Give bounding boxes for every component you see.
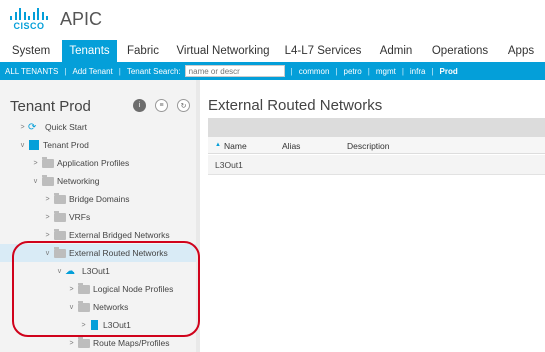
tree-item-label: Networking: [57, 176, 100, 186]
all-tenants-link[interactable]: ALL TENANTS: [0, 67, 63, 76]
tenant-link-common[interactable]: common: [294, 67, 335, 76]
tenant-link-prod[interactable]: Prod: [435, 67, 463, 76]
app-title: APIC: [60, 9, 103, 29]
table-header: ▲ Name Alias Description: [208, 137, 545, 154]
tenant-link-petro[interactable]: petro: [339, 67, 367, 76]
folder-icon: [42, 156, 54, 168]
tab-tenants[interactable]: Tenants: [62, 40, 117, 62]
tenant-link-infra[interactable]: infra: [405, 67, 431, 76]
tab-fabric[interactable]: Fabric: [117, 40, 169, 62]
separator: |: [290, 66, 293, 76]
tab-apps[interactable]: Apps: [497, 40, 545, 62]
tab-admin[interactable]: Admin: [369, 40, 423, 62]
highlight-annotation: [12, 241, 200, 337]
tree-item-networking[interactable]: v Networking: [0, 172, 196, 190]
tree-item-vrfs[interactable]: > VRFs: [0, 208, 196, 226]
chevron-down-icon[interactable]: v: [18, 142, 27, 149]
info-icon[interactable]: i: [133, 99, 146, 112]
tab-operations[interactable]: Operations: [423, 40, 497, 62]
cisco-logo: CISCO: [10, 6, 48, 34]
pane-title: Tenant Prod: [10, 98, 91, 115]
tab-system[interactable]: System: [0, 40, 62, 62]
work-pane-title: External Routed Networks: [208, 97, 383, 114]
cell-name: L3Out1: [215, 160, 243, 170]
chevron-down-icon[interactable]: v: [31, 178, 40, 185]
column-header-description[interactable]: Description: [347, 141, 390, 151]
tenant-subnav: ALL TENANTS | Add Tenant | Tenant Search…: [0, 62, 545, 80]
table-row[interactable]: L3Out1: [208, 155, 545, 175]
tree-item-label: Route Maps/Profiles: [93, 338, 170, 348]
folder-icon: [78, 336, 90, 348]
chevron-right-icon[interactable]: >: [18, 124, 27, 131]
app-header: CISCO APIC: [0, 0, 545, 40]
tenant-icon: [29, 140, 39, 150]
tab-virtual-networking[interactable]: Virtual Networking: [169, 40, 277, 62]
column-header-name[interactable]: Name: [224, 141, 247, 151]
tree-item-label: Application Profiles: [57, 158, 130, 168]
tree-item-label: External Bridged Networks: [69, 230, 170, 240]
chevron-right-icon[interactable]: >: [43, 232, 52, 239]
tree-item-label: Quick Start: [45, 122, 88, 132]
chevron-right-icon[interactable]: >: [31, 160, 40, 167]
work-pane: External Routed Networks ▲ Name Alias De…: [201, 80, 545, 352]
refresh-icon[interactable]: ↻: [177, 99, 190, 112]
folder-icon: [54, 228, 66, 240]
tree-item-application-profiles[interactable]: > Application Profiles: [0, 154, 196, 172]
chevron-right-icon[interactable]: >: [43, 196, 52, 203]
folder-icon: [54, 192, 66, 204]
tree-item-quick-start[interactable]: > ⟳ Quick Start: [0, 118, 196, 136]
add-tenant-link[interactable]: Add Tenant: [67, 67, 117, 76]
tree-item-bridge-domains[interactable]: > Bridge Domains: [0, 190, 196, 208]
tree-item-tenant-prod[interactable]: v Tenant Prod: [0, 136, 196, 154]
tenant-search-input[interactable]: [184, 65, 285, 77]
quick-start-icon: ⟳: [28, 121, 37, 133]
folder-icon: [54, 210, 66, 222]
tenant-link-mgmt[interactable]: mgmt: [371, 67, 401, 76]
sort-ascending-icon[interactable]: ▲: [215, 142, 221, 148]
list-icon[interactable]: ≡: [155, 99, 168, 112]
chevron-right-icon[interactable]: >: [67, 340, 76, 347]
logo-wordmark: CISCO: [13, 21, 45, 31]
folder-icon: [42, 174, 54, 186]
tree-item-label: Bridge Domains: [69, 194, 130, 204]
main-tabs: System Tenants Fabric Virtual Networking…: [0, 40, 545, 62]
tree-item-label: Tenant Prod: [43, 140, 89, 150]
table-toolbar: [208, 118, 545, 137]
chevron-right-icon[interactable]: >: [43, 214, 52, 221]
tenant-search-label: Tenant Search:: [126, 66, 181, 76]
tab-l4-l7-services[interactable]: L4-L7 Services: [277, 40, 369, 62]
cisco-bridge-icon: [10, 6, 48, 20]
tree-item-label: VRFs: [69, 212, 91, 222]
column-header-alias[interactable]: Alias: [282, 141, 300, 151]
